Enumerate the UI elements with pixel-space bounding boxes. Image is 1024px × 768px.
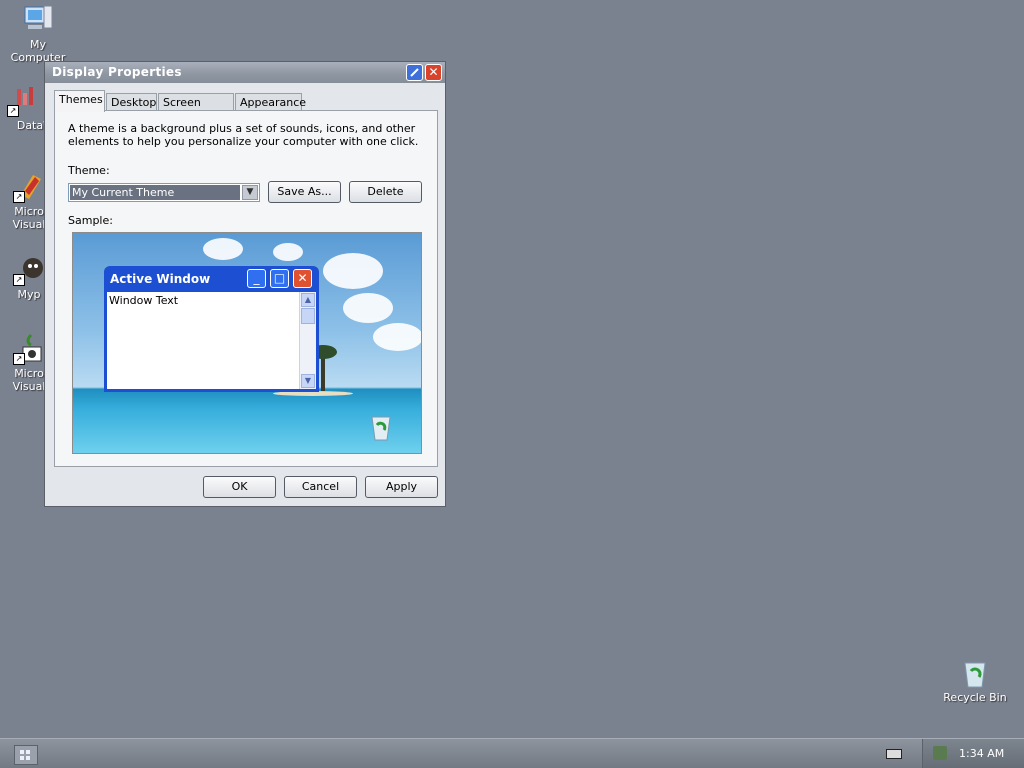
cloud [203,238,243,260]
themes-description: A theme is a background plus a set of so… [68,122,419,148]
taskbar: 1:34 AM [0,738,1024,768]
computer-icon [22,4,54,36]
shortcut-arrow-icon: ↗ [13,274,25,286]
network-icon[interactable] [933,746,947,760]
start-grid-icon [26,756,30,760]
database-icon: ↗ [7,85,39,117]
themes-tab-panel: A theme is a background plus a set of so… [54,110,438,467]
cancel-button[interactable]: Cancel [284,476,357,498]
cloud [323,253,383,289]
display-properties-window: Display Properties ✕ Themes Desktop Scre… [44,61,446,507]
minimize-icon: _ [247,269,266,288]
sample-window-title: Active Window [110,272,211,286]
scroll-down-icon: ▼ [301,374,315,388]
help-icon [410,68,419,77]
theme-dropdown-value: My Current Theme [70,185,240,200]
clock[interactable]: 1:34 AM [959,747,1004,760]
theme-preview: Active Window _ □ ✕ Window Text ▲ ▼ [72,232,422,454]
scroll-thumb [301,308,315,324]
shortcut-arrow-icon: ↗ [13,191,25,203]
mascot-icon: ↗ [13,254,45,286]
tab-screen-saver[interactable]: Screen Saver [158,93,234,122]
window-title: Display Properties [52,65,182,79]
sample-window-client: Window Text ▲ ▼ [107,292,316,389]
chevron-down-icon[interactable]: ▼ [242,185,258,200]
close-icon: ✕ [293,269,312,288]
visual-foxpro-icon: ↗ [13,333,45,365]
maximize-icon: □ [270,269,289,288]
recycle-bin-label: Recycle Bin [943,691,1007,704]
theme-dropdown[interactable]: My Current Theme ▼ [68,183,260,202]
ok-button[interactable]: OK [203,476,276,498]
cloud [373,323,421,351]
tab-desktop[interactable]: Desktop [106,93,157,111]
start-grid-icon [20,750,24,754]
desktop-icon-recycle-bin[interactable]: Recycle Bin [940,657,1010,704]
system-tray: 1:34 AM [922,739,1024,768]
tab-appearance[interactable]: Appearance [235,93,306,111]
sample-scrollbar: ▲ ▼ [299,292,316,389]
recycle-bin-icon [369,413,393,441]
delete-button[interactable]: Delete [349,181,422,203]
close-icon: ✕ [428,65,439,79]
desktop-icon-label: My [29,38,46,51]
cloud [273,243,303,261]
cloud [343,293,393,323]
sample-window-text: Window Text [109,294,179,307]
scroll-up-icon: ▲ [301,293,315,307]
window-titlebar[interactable]: Display Properties ✕ [45,62,445,83]
keyboard-icon[interactable] [886,749,902,759]
visual-studio-icon: ↗ [13,171,45,203]
apply-button[interactable]: Apply [365,476,438,498]
start-grid-icon [26,750,30,754]
sample-active-window: Active Window _ □ ✕ Window Text ▲ ▼ [104,266,319,392]
tab-themes[interactable]: Themes [54,90,105,112]
help-button[interactable] [406,64,423,81]
recycle-bin-icon [959,657,991,689]
window-body: Themes Desktop Screen Saver Appearance A… [45,83,445,506]
start-grid-icon [20,756,24,760]
close-button[interactable]: ✕ [425,64,442,81]
start-button[interactable] [14,745,38,765]
sample-label: Sample: [68,214,113,227]
desktop-icon-my-computer[interactable]: My Computer [3,4,73,64]
save-as-button[interactable]: Save As... [268,181,341,203]
shortcut-arrow-icon: ↗ [13,353,25,365]
shortcut-arrow-icon: ↗ [7,105,19,117]
theme-label: Theme: [68,164,110,177]
